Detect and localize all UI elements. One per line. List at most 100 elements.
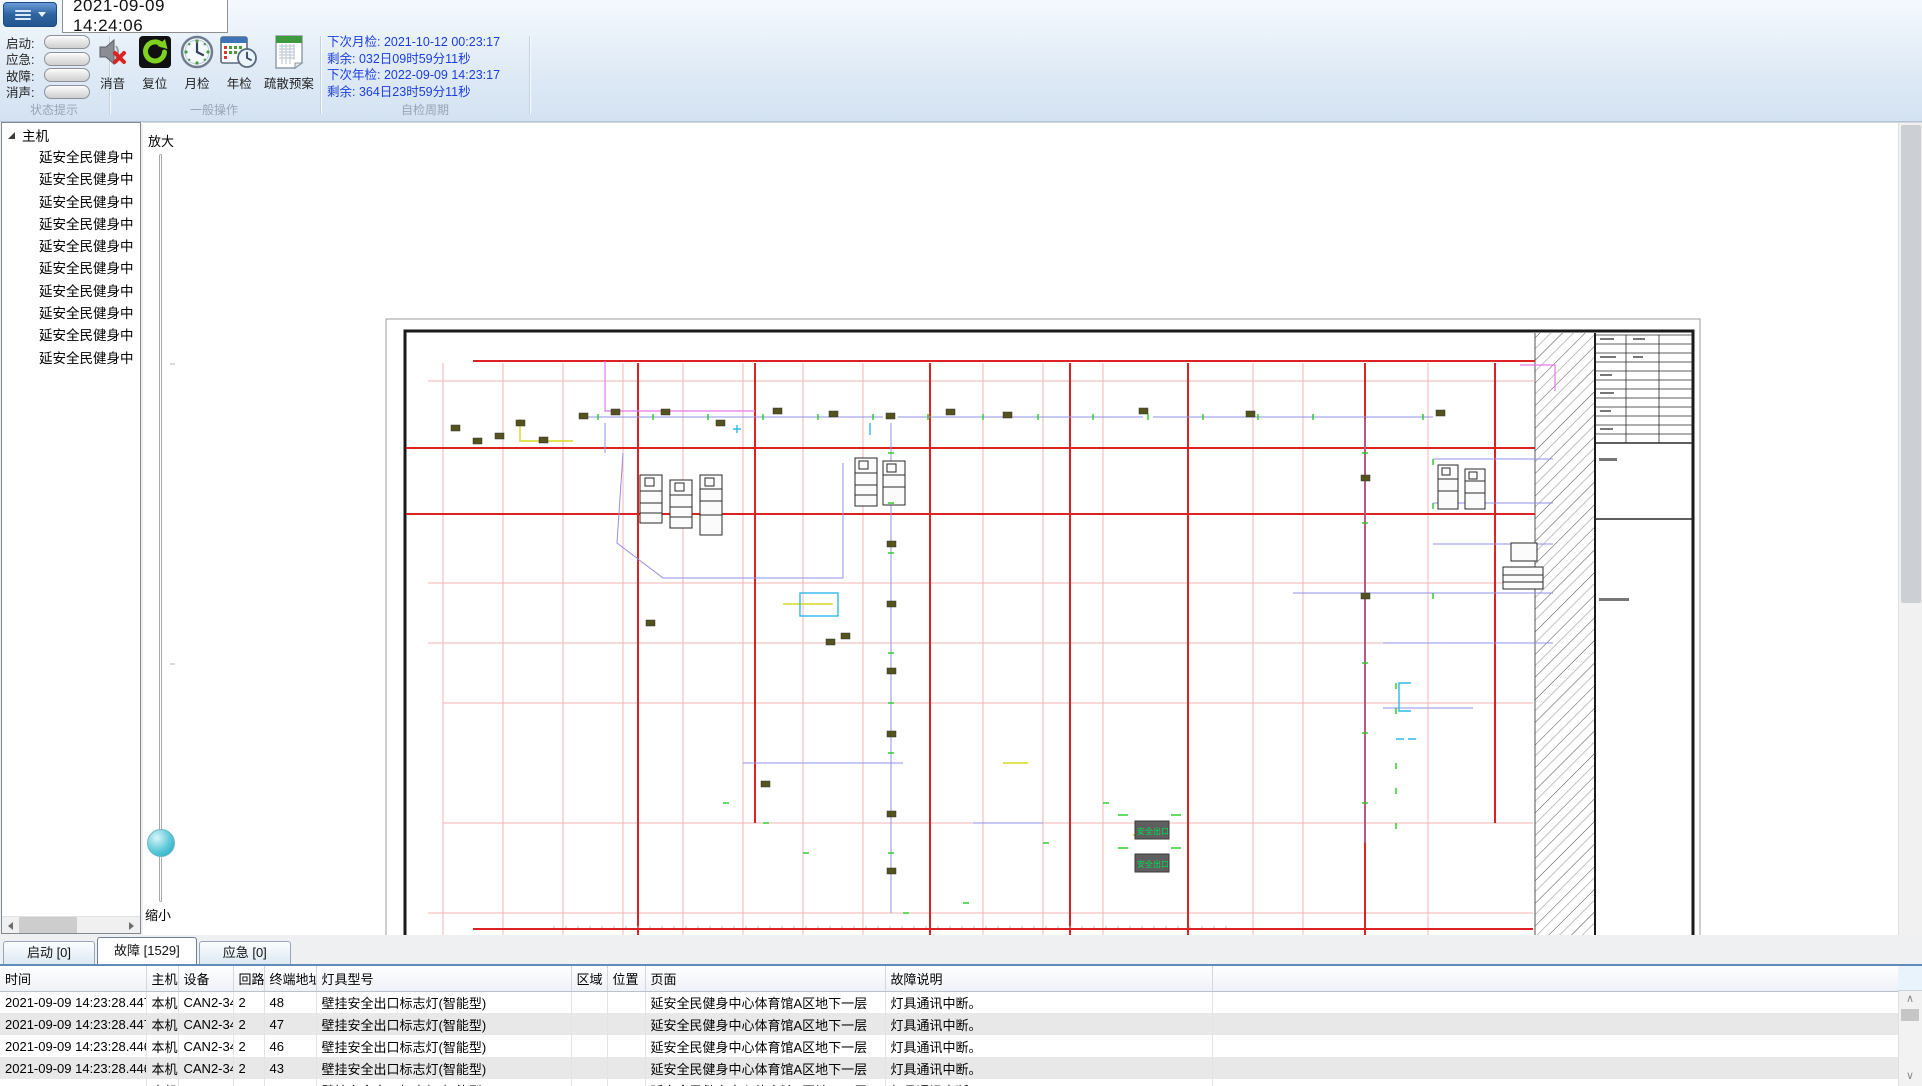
column-header[interactable]: 故障说明 [885, 966, 1212, 991]
status-row-mute: 消声: [6, 84, 106, 101]
scroll-up-arrow-icon[interactable]: ∧ [1898, 992, 1922, 1008]
tree-item-host-child[interactable]: 延安全民健身中 [2, 348, 140, 370]
fault-row[interactable]: 2021-09-09 14:23:28.445本机CAN2-34242壁挂安全出… [0, 1079, 1922, 1086]
column-header[interactable]: 时间 [0, 966, 146, 991]
toolbar-separator [529, 36, 530, 114]
fault-cell: CAN2-34 [178, 1079, 233, 1086]
evacuation-plan-icon [261, 33, 317, 71]
scrollbar-thumb[interactable] [1901, 125, 1921, 603]
tree-item-host-child[interactable]: 延安全民健身中 [2, 281, 140, 303]
main-toolbar: 2021-09-09 14:24:06 启动: 应急: 故障: 消声: 状态提示 [0, 0, 1922, 122]
tree-item-list: 延安全民健身中延安全民健身中延安全民健身中延安全民健身中延安全民健身中延安全民健… [2, 147, 140, 370]
fault-cell: 延安全民健身中心体育馆A区地下一层 [645, 1057, 885, 1079]
fault-cell: CAN2-34 [178, 1035, 233, 1057]
tab-start-events[interactable]: 启动 [0] [3, 941, 95, 964]
scroll-down-arrow-icon[interactable]: ∨ [1898, 1069, 1922, 1085]
fault-row[interactable]: 2021-09-09 14:23:28.447本机CAN2-34247壁挂安全出… [0, 1013, 1922, 1035]
annual-check-button[interactable]: 年检 [219, 33, 260, 92]
zoom-in-label[interactable]: 放大 [148, 131, 174, 150]
monthly-check-button-label: 月检 [176, 73, 217, 92]
svg-text:安全出口: 安全出口 [1137, 859, 1169, 869]
tree-item-host-child[interactable]: 延安全民健身中 [2, 303, 140, 325]
slider-tick [170, 363, 175, 365]
fault-cell: 壁挂安全出口标志灯(智能型) [316, 1057, 571, 1079]
fault-cell: 2021-09-09 14:23:28.447 [0, 991, 146, 1013]
fault-cell: 灯具通讯中断。 [885, 1057, 1212, 1079]
emergency-lighting-monitor-window: { "colors": { "selfcheck_blue_text": "#1… [0, 0, 1922, 1086]
annual-check-button-label: 年检 [219, 73, 260, 92]
fault-cell: 灯具通讯中断。 [885, 1079, 1212, 1086]
event-log-panel: 启动 [0] 故障 [1529] 应急 [0] 时间主机设备回路终端地址灯具型号… [0, 935, 1922, 1086]
column-header[interactable]: 页面 [645, 966, 885, 991]
fault-row[interactable]: 2021-09-09 14:23:28.447本机CAN2-34248壁挂安全出… [0, 991, 1922, 1013]
tab-emergency-events[interactable]: 应急 [0] [199, 941, 291, 964]
tree-item-host-child[interactable]: 延安全民健身中 [2, 325, 140, 347]
zoom-slider-thumb[interactable] [147, 829, 175, 857]
fault-cell: 2 [233, 1013, 264, 1035]
column-header[interactable]: 区域 [571, 966, 607, 991]
column-header[interactable]: 主机 [146, 966, 178, 991]
fault-cell-filler [1212, 1035, 1922, 1057]
fault-row[interactable]: 2021-09-09 14:23:28.446本机CAN2-34246壁挂安全出… [0, 1035, 1922, 1057]
column-header[interactable]: 位置 [607, 966, 645, 991]
tree-item-host-child[interactable]: 延安全民健身中 [2, 169, 140, 191]
sidebar-horizontal-scrollbar[interactable] [2, 916, 140, 933]
status-row-fault: 故障: [6, 67, 106, 84]
tree-item-host-child[interactable]: 延安全民健身中 [2, 258, 140, 280]
column-header[interactable]: 灯具型号 [316, 966, 571, 991]
event-tabbar: 启动 [0] 故障 [1529] 应急 [0] [3, 937, 293, 964]
fault-indicator-lamp [44, 68, 90, 82]
tab-fault-events[interactable]: 故障 [1529] [97, 937, 197, 964]
scrollbar-corner [1898, 966, 1922, 991]
self-check-period-group: 下次月检: 2021-10-12 00:23:17 剩余: 032日09时59分… [327, 34, 523, 100]
column-header[interactable]: 设备 [178, 966, 233, 991]
column-header[interactable]: 回路 [233, 966, 264, 991]
mute-indicator-lamp [44, 85, 90, 99]
actions-group-caption: 一般操作 [112, 101, 316, 118]
evacuation-plan-button-label: 疏散预案 [261, 73, 317, 92]
fault-cell: 壁挂安全出口标志灯(智能型) [316, 1035, 571, 1057]
tree-item-host-child[interactable]: 延安全民健身中 [2, 192, 140, 214]
fault-table-wrap: 时间主机设备回路终端地址灯具型号区域位置页面故障说明 2021-09-09 14… [0, 966, 1922, 1086]
fault-cell [571, 1013, 607, 1035]
scrollbar-thumb[interactable] [1901, 1009, 1919, 1021]
fault-cell [607, 1057, 645, 1079]
reset-button[interactable]: 复位 [134, 33, 175, 92]
fault-cell [571, 1057, 607, 1079]
status-label: 消声: [6, 82, 44, 101]
main-menu-button[interactable] [3, 2, 57, 27]
fault-cell-filler [1212, 991, 1922, 1013]
fault-cell: 48 [264, 991, 316, 1013]
column-header[interactable]: 终端地址 [264, 966, 316, 991]
fault-cell: 灯具通讯中断。 [885, 991, 1212, 1013]
scrollbar-thumb[interactable] [19, 917, 77, 934]
fault-row[interactable]: 2021-09-09 14:23:28.446本机CAN2-34243壁挂安全出… [0, 1057, 1922, 1079]
chevron-down-icon [38, 12, 46, 17]
table-vertical-scrollbar[interactable]: ∧ ∨ [1898, 966, 1922, 1086]
selfcheck-group-caption: 自检周期 [322, 101, 528, 118]
fault-cell: 壁挂安全出口标志灯(智能型) [316, 991, 571, 1013]
tree-item-host-child[interactable]: 延安全民健身中 [2, 236, 140, 258]
scroll-right-arrow-icon[interactable] [123, 917, 140, 934]
tree-root-host[interactable]: 主机 [2, 123, 140, 147]
hamburger-icon [15, 10, 31, 20]
fault-cell: 2 [233, 1057, 264, 1079]
map-vertical-scrollbar[interactable] [1898, 123, 1922, 935]
safety-exit-sign: 安全出口 [1135, 854, 1169, 872]
zoom-out-label[interactable]: 缩小 [145, 905, 171, 924]
fault-cell: 47 [264, 1013, 316, 1035]
fault-cell: 延安全民健身中心体育馆A区地下一层 [645, 1013, 885, 1035]
cad-floor-plan-drawing[interactable]: 安全出口 安全出口 [143, 123, 1922, 935]
fault-cell [571, 1079, 607, 1086]
monthly-remaining: 剩余: 032日09时59分11秒 [327, 51, 523, 68]
zoom-slider-track[interactable] [159, 154, 162, 902]
svg-text:安全出口: 安全出口 [1137, 826, 1169, 836]
fault-cell: CAN2-34 [178, 991, 233, 1013]
scroll-left-arrow-icon[interactable] [2, 917, 19, 934]
mute-button[interactable]: 消音 [92, 33, 133, 92]
fault-cell: 46 [264, 1035, 316, 1057]
evacuation-plan-button[interactable]: 疏散预案 [261, 33, 317, 92]
tree-item-host-child[interactable]: 延安全民健身中 [2, 147, 140, 169]
tree-item-host-child[interactable]: 延安全民健身中 [2, 214, 140, 236]
monthly-check-button[interactable]: 月检 [176, 33, 217, 92]
